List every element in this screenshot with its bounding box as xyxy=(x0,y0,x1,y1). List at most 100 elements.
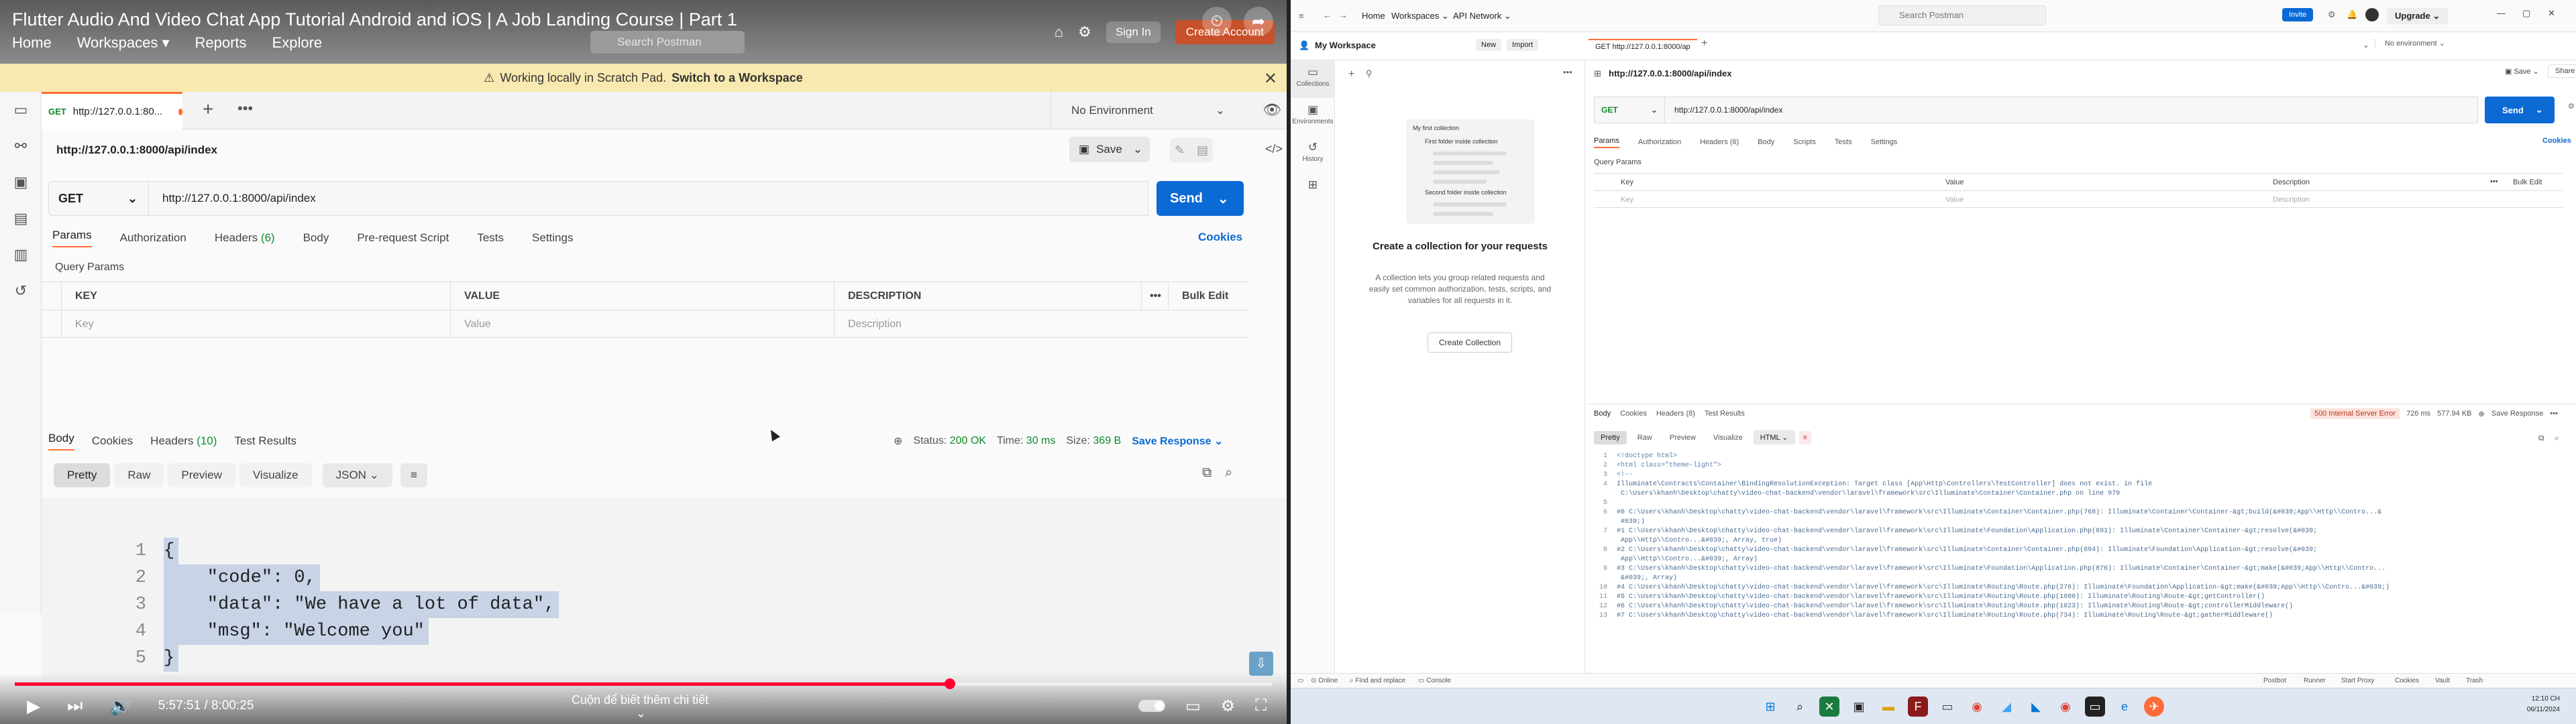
tab-body[interactable]: Body xyxy=(1758,138,1774,146)
maximize-icon[interactable]: ▢ xyxy=(2522,8,2530,19)
tab-authorization[interactable]: Authorization xyxy=(120,231,186,245)
progress-bar[interactable] xyxy=(15,678,1272,689)
save-button[interactable]: ▣ Save ⌄ xyxy=(1069,137,1150,162)
environments-icon[interactable]: ▣ xyxy=(0,164,42,200)
tab-authorization[interactable]: Authorization xyxy=(1638,138,1681,146)
tab-params[interactable]: Params xyxy=(52,229,92,247)
create-collection-button[interactable]: Create Collection xyxy=(1428,333,1512,353)
more-icon[interactable]: ••• xyxy=(1142,282,1169,310)
nav-home[interactable]: Home xyxy=(12,34,52,52)
share-button[interactable]: Share xyxy=(2548,64,2576,78)
method-select[interactable]: GET ⌄ xyxy=(1594,97,1665,123)
close-icon[interactable]: ✕ xyxy=(1264,69,1277,88)
switch-workspace-link[interactable]: Switch to a Workspace xyxy=(672,71,803,85)
sidebar-item-environments[interactable]: ▣ Environments xyxy=(1291,98,1335,135)
fullscreen-icon[interactable]: ⛶ xyxy=(1255,697,1267,715)
new-button[interactable]: New xyxy=(1476,39,1502,51)
xbox-icon[interactable]: ✕ xyxy=(1819,697,1839,717)
layout-icon[interactable]: ▭ xyxy=(1297,677,1303,684)
tab-body[interactable]: Body xyxy=(303,231,329,245)
method-select[interactable]: GET ⌄ xyxy=(48,181,149,216)
satellite-icon[interactable]: ⌂ xyxy=(1055,23,1063,41)
avatar[interactable] xyxy=(2365,8,2379,21)
menu-icon[interactable]: ≡ xyxy=(1299,11,1304,21)
play-icon[interactable]: ▶ xyxy=(27,696,40,717)
view-visualize[interactable]: Visualize xyxy=(239,463,312,487)
nav-home[interactable]: Home xyxy=(1362,11,1385,21)
value-input[interactable]: Value xyxy=(451,310,835,339)
sign-in-button[interactable]: Sign In xyxy=(1106,21,1161,43)
tab-headers[interactable]: Headers (6) xyxy=(215,231,275,245)
save-button[interactable]: ▣ Save ⌄ xyxy=(2505,67,2539,76)
sidebar-item-collections[interactable]: ▭ Collections xyxy=(1291,60,1335,98)
autoplay-toggle[interactable] xyxy=(1138,700,1165,712)
upgrade-button[interactable]: Upgrade ⌄ xyxy=(2387,8,2449,24)
copy-icon[interactable]: ⧉ xyxy=(1202,465,1212,481)
view-preview[interactable]: Preview xyxy=(168,463,235,487)
code-icon[interactable]: </> xyxy=(1265,142,1283,156)
collections-icon[interactable]: ▭ xyxy=(0,92,42,128)
send-button[interactable]: Send ⌄ xyxy=(1157,181,1244,216)
url-input[interactable]: http://127.0.0.1:8000/api/index xyxy=(1665,97,2478,123)
settings-icon[interactable]: ⚙ xyxy=(1078,23,1091,41)
tab-body[interactable]: Body xyxy=(1594,410,1611,418)
vscode-icon[interactable]: ◣ xyxy=(2026,697,2046,717)
tab-settings[interactable]: Settings xyxy=(1871,138,1898,146)
key-input[interactable]: Key xyxy=(62,310,451,339)
nav-workspaces[interactable]: Workspaces ⌄ xyxy=(1391,11,1449,21)
sidebar-item-history[interactable]: ↺ History xyxy=(1291,135,1335,173)
flutter-icon[interactable]: ◢ xyxy=(1996,697,2017,717)
tab-headers[interactable]: Headers (8) xyxy=(1656,410,1695,418)
nav-reports[interactable]: Reports xyxy=(195,34,246,52)
send-button[interactable]: Send ⌄ xyxy=(2485,97,2555,123)
save-response-button[interactable]: Save Response xyxy=(2491,410,2544,418)
cookies-link[interactable]: Cookies xyxy=(2542,137,2571,145)
tab-pre-request-script[interactable]: Pre-request Script xyxy=(357,231,449,245)
task-view-icon[interactable]: ▣ xyxy=(1849,697,1869,717)
runner-button[interactable]: Runner xyxy=(2304,677,2326,684)
tab-test-results[interactable]: Test Results xyxy=(234,434,297,448)
windows-start-icon[interactable]: ⊞ xyxy=(1760,697,1780,717)
environment-select[interactable]: No environment ⌄ xyxy=(2375,39,2496,48)
add-icon[interactable]: + xyxy=(1348,68,1354,80)
view-visualize[interactable]: Visualize xyxy=(1707,431,1750,444)
postbot-button[interactable]: Postbot xyxy=(2263,677,2286,684)
view-raw[interactable]: Raw xyxy=(1631,431,1659,444)
scroll-hint[interactable]: Cuộn để biết thêm chi tiết xyxy=(572,693,708,707)
search-icon[interactable]: ⌕ xyxy=(1225,465,1232,481)
subtitles-icon[interactable]: ▭ xyxy=(1185,697,1201,716)
vault-button[interactable]: Vault xyxy=(2435,677,2450,684)
wrap-icon[interactable]: ≡ xyxy=(400,463,427,487)
description-input[interactable]: Description xyxy=(2273,196,2310,204)
back-icon[interactable]: ← xyxy=(1323,10,1332,20)
nav-workspaces[interactable]: Workspaces ▾ xyxy=(77,34,170,52)
response-body[interactable]: 1 <!doctype html> 2 <html class="theme-ligh… xyxy=(1586,450,2559,673)
history-icon[interactable]: ↺ xyxy=(0,273,42,309)
online-status[interactable]: ⊙ Online xyxy=(1311,677,1338,684)
url-input[interactable]: http://127.0.0.1:8000/api/index xyxy=(149,181,1148,216)
view-preview[interactable]: Preview xyxy=(1663,431,1703,444)
chevron-down-icon[interactable]: ⌄ xyxy=(2363,40,2369,50)
nav-explore[interactable]: Explore xyxy=(272,34,323,52)
new-tab-icon[interactable]: + xyxy=(1701,38,1707,50)
more-icon[interactable]: ••• xyxy=(2550,410,2558,418)
nav-api-network[interactable]: API Network ⌄ xyxy=(1453,11,1511,21)
cookies-link[interactable]: Cookies xyxy=(1198,231,1242,244)
apis-icon[interactable]: ⚯ xyxy=(0,128,42,164)
format-select[interactable]: JSON ⌄ xyxy=(322,463,392,487)
tab-scripts[interactable]: Scripts xyxy=(1793,138,1816,146)
close-icon[interactable]: ✕ xyxy=(2548,8,2555,19)
sidebar-item-more[interactable]: ⊞ xyxy=(1291,173,1335,210)
settings-icon[interactable]: ⚙ xyxy=(1221,697,1236,716)
settings-icon[interactable]: ⚙ xyxy=(2568,102,2575,111)
search-input[interactable]: Search Postman xyxy=(590,31,745,54)
terminal-icon-2[interactable]: ▭ xyxy=(2085,697,2105,717)
filter-icon[interactable]: ⚲ xyxy=(1366,68,1373,79)
search-input[interactable]: Search Postman xyxy=(1878,5,2046,25)
response-body[interactable]: 1{ 2 "code": 0, 3 "data": "We have a lot… xyxy=(42,497,1287,678)
chrome-icon[interactable]: ◉ xyxy=(1967,697,1987,717)
minimize-icon[interactable]: — xyxy=(2497,8,2506,18)
tab-headers[interactable]: Headers (6) xyxy=(1700,138,1739,146)
tab-cookies[interactable]: Cookies xyxy=(1620,410,1647,418)
new-tab-icon[interactable]: + xyxy=(203,99,213,120)
